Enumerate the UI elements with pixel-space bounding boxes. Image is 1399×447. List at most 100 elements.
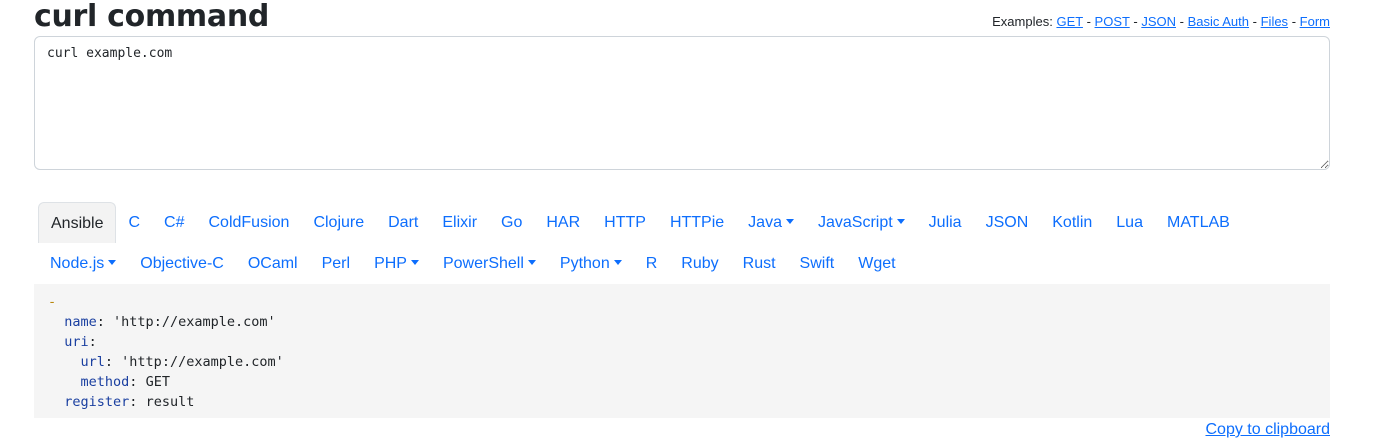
tab-label: ColdFusion <box>208 214 290 231</box>
caret-down-icon <box>613 260 622 265</box>
tab-kotlin[interactable]: Kotlin <box>1040 202 1104 243</box>
tab-r[interactable]: R <box>634 243 670 284</box>
language-tabs: Ansible C C# ColdFusion Clojure Dart Elixir Go H… <box>38 202 1330 284</box>
separator: - <box>1133 14 1138 29</box>
example-json-link[interactable]: JSON <box>1141 14 1176 29</box>
code-value: result <box>137 394 195 410</box>
tab-label: Ruby <box>681 255 719 272</box>
caret-down-icon <box>108 260 117 265</box>
tab-node-js[interactable]: Node.js <box>38 243 128 284</box>
copy-to-clipboard-link[interactable]: Copy to clipboard <box>1205 421 1330 439</box>
tab-label: C <box>128 214 141 231</box>
tab-php[interactable]: PHP <box>362 243 431 284</box>
code-key: register <box>64 394 130 410</box>
tab-ruby[interactable]: Ruby <box>669 243 730 284</box>
tab-lua[interactable]: Lua <box>1104 202 1155 243</box>
code-line: register: result <box>48 394 194 410</box>
tab-label: Clojure <box>313 214 365 231</box>
tab-label: Ansible <box>51 215 104 232</box>
tab-json[interactable]: JSON <box>974 202 1041 243</box>
tab-label: Dart <box>388 214 419 231</box>
tab-swift[interactable]: Swift <box>788 243 847 284</box>
tab-label: JSON <box>985 214 1029 231</box>
tab-c[interactable]: C <box>116 202 152 243</box>
tab-powershell[interactable]: PowerShell <box>431 243 548 284</box>
caret-down-icon <box>527 260 536 265</box>
caret-down-icon <box>785 219 794 224</box>
tab-label: Go <box>501 214 523 231</box>
tab-python[interactable]: Python <box>548 243 634 284</box>
tab-ansible[interactable]: Ansible <box>38 202 117 243</box>
tab-rust[interactable]: Rust <box>731 243 788 284</box>
tab-label: PowerShell <box>442 255 524 272</box>
tab-label: OCaml <box>247 255 298 272</box>
code-value: 'http://example.com' <box>113 354 284 370</box>
code-value: GET <box>137 374 170 390</box>
tab-label: PHP <box>374 255 407 272</box>
tab-label: MATLAB <box>1166 214 1230 231</box>
example-post-link[interactable]: POST <box>1095 14 1130 29</box>
tab-perl[interactable]: Perl <box>310 243 362 284</box>
page-title: curl command <box>34 0 270 34</box>
caret-down-icon <box>896 219 905 224</box>
tab-label: HTTP <box>604 214 646 231</box>
separator: - <box>1179 14 1184 29</box>
tab-label: JavaScript <box>817 214 893 231</box>
tab-label: Python <box>559 255 610 272</box>
tab-label: Rust <box>742 255 776 272</box>
tab-label: HAR <box>546 214 581 231</box>
separator: - <box>1086 14 1091 29</box>
tab-label: R <box>645 255 658 272</box>
tab-matlab[interactable]: MATLAB <box>1155 202 1242 243</box>
code-key: uri <box>64 334 89 350</box>
tab-wget[interactable]: Wget <box>846 243 907 284</box>
tab-go[interactable]: Go <box>489 202 534 243</box>
code-line: uri: <box>48 334 97 350</box>
tab-label: Perl <box>321 255 351 272</box>
tab-label: Julia <box>928 214 962 231</box>
tab-label: Lua <box>1116 214 1143 231</box>
tab-label: Objective-C <box>140 255 224 272</box>
examples-bar: Examples: GET - POST - JSON - Basic Auth… <box>992 14 1330 29</box>
code-key: url <box>80 354 105 370</box>
example-get-link[interactable]: GET <box>1056 14 1083 29</box>
code-value: 'http://example.com' <box>104 314 276 330</box>
tab-javascript[interactable]: JavaScript <box>806 202 917 243</box>
tab-julia[interactable]: Julia <box>917 202 974 243</box>
tab-label: Swift <box>799 255 835 272</box>
generated-code: - name: 'http://example.com' uri: url: '… <box>48 292 1316 412</box>
tab-coldfusion[interactable]: ColdFusion <box>197 202 302 243</box>
tab-clojure[interactable]: Clojure <box>301 202 376 243</box>
tab-httpie[interactable]: HTTPie <box>658 202 736 243</box>
tab-har[interactable]: HAR <box>534 202 592 243</box>
examples-label: Examples: <box>992 14 1053 29</box>
code-key: method <box>80 374 130 390</box>
tab-objective-c[interactable]: Objective-C <box>128 243 236 284</box>
curl-command-input[interactable]: curl example.com <box>34 36 1330 170</box>
tab-dart[interactable]: Dart <box>376 202 430 243</box>
code-line: url: 'http://example.com' <box>48 354 284 370</box>
tab-ocaml[interactable]: OCaml <box>236 243 310 284</box>
tab-label: Kotlin <box>1052 214 1093 231</box>
tab-label: Java <box>748 214 782 231</box>
example-form-link[interactable]: Form <box>1300 14 1330 29</box>
tab-http[interactable]: HTTP <box>592 202 658 243</box>
code-list-dash: - <box>48 294 57 310</box>
example-files-link[interactable]: Files <box>1261 14 1288 29</box>
code-key: name <box>64 314 97 330</box>
tab-java[interactable]: Java <box>736 202 806 243</box>
tab-label: HTTPie <box>669 214 725 231</box>
tab-label: C# <box>164 214 185 231</box>
separator: - <box>1252 14 1257 29</box>
example-basic-auth-link[interactable]: Basic Auth <box>1188 14 1249 29</box>
code-line: method: GET <box>48 374 170 390</box>
tab-label: Node.js <box>50 255 105 272</box>
tab-c[interactable]: C# <box>152 202 196 243</box>
generated-code-panel: - name: 'http://example.com' uri: url: '… <box>34 284 1330 418</box>
tab-elixir[interactable]: Elixir <box>430 202 489 243</box>
